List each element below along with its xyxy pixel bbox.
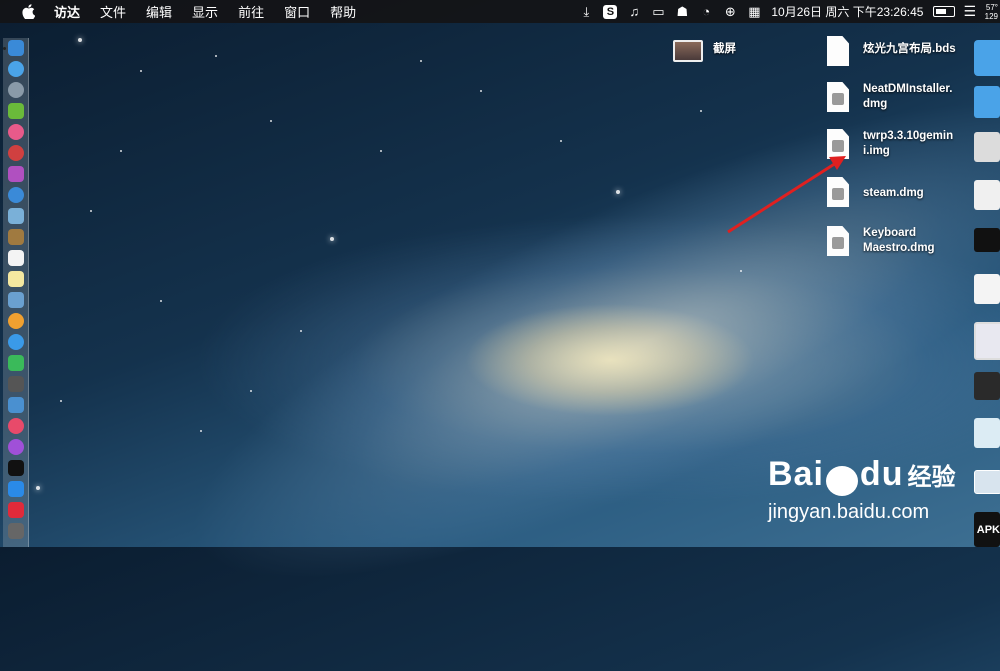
watermark-url: jingyan.baidu.com [768, 501, 930, 523]
paw-icon [825, 465, 858, 496]
watermark-brand-left: Bai [768, 455, 824, 493]
watermark-brand-mid: du [859, 455, 904, 493]
watermark-brand-right: 经验 [907, 464, 956, 491]
baidu-watermark: Bai du 经验 [768, 455, 955, 496]
